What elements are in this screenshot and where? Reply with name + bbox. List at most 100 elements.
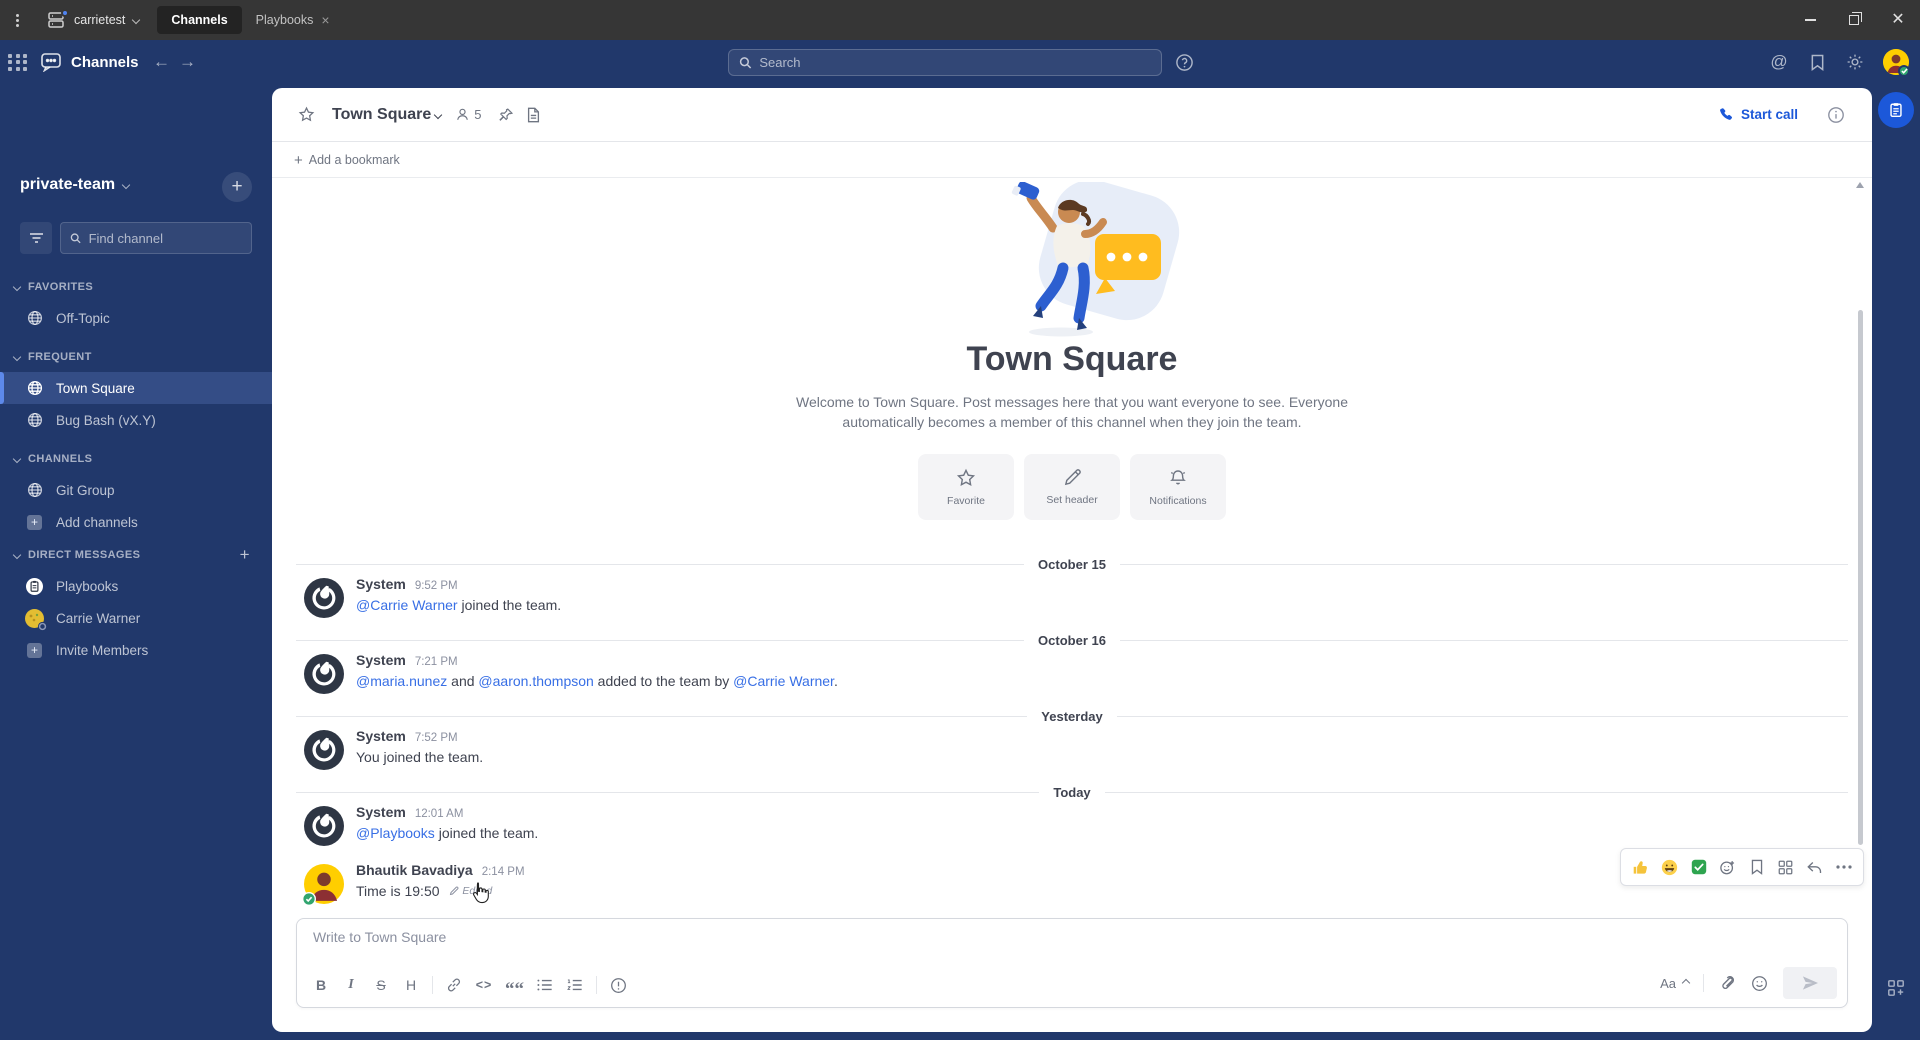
- message-author[interactable]: System: [356, 728, 406, 744]
- search-bar[interactable]: [728, 49, 1162, 76]
- restore-button[interactable]: [1832, 0, 1876, 40]
- tab-channels[interactable]: Channels: [157, 6, 242, 34]
- heading-icon[interactable]: H: [397, 971, 425, 999]
- channel-title[interactable]: Town Square: [332, 106, 431, 124]
- link-icon[interactable]: [440, 971, 468, 999]
- minimize-button[interactable]: [1788, 0, 1832, 40]
- channel-filter-icon[interactable]: [20, 222, 52, 254]
- section-favorites[interactable]: FAVORITES: [0, 276, 272, 298]
- team-name-menu[interactable]: private-team: [20, 176, 115, 194]
- history-back-icon[interactable]: ←: [149, 48, 175, 76]
- message-composer[interactable]: B I S H <> ““: [296, 918, 1848, 1008]
- more-actions-icon[interactable]: [1830, 853, 1857, 881]
- channel-files-icon[interactable]: [520, 101, 548, 129]
- app-menu-icon[interactable]: [0, 0, 34, 40]
- numbered-list-icon[interactable]: [561, 971, 589, 999]
- date-divider: October 16: [296, 630, 1849, 650]
- channel-info-icon[interactable]: [1822, 101, 1850, 129]
- tab-label: Channels: [171, 13, 228, 27]
- plus-box-icon: +: [26, 514, 43, 530]
- reply-icon[interactable]: [1801, 853, 1828, 881]
- settings-gear-icon[interactable]: [1837, 40, 1873, 84]
- add-direct-message-icon[interactable]: +: [240, 545, 250, 565]
- sidebar-item-add-channels[interactable]: + Add channels: [0, 506, 272, 538]
- code-icon[interactable]: <>: [470, 971, 498, 999]
- sidebar-item-off-topic[interactable]: Off-Topic: [0, 302, 272, 334]
- scrollbar[interactable]: [1858, 310, 1863, 845]
- product-switcher-icon[interactable]: [0, 40, 36, 84]
- section-frequent[interactable]: FREQUENT: [0, 346, 272, 368]
- app-marketplace-icon[interactable]: [1882, 974, 1910, 1002]
- message-time: 12:01 AM: [414, 808, 464, 820]
- channel-members-button[interactable]: 5: [455, 107, 482, 122]
- message-author[interactable]: System: [356, 804, 406, 820]
- mention-link[interactable]: @aaron.thompson: [478, 673, 593, 689]
- italic-icon[interactable]: I: [337, 971, 365, 999]
- bulleted-list-icon[interactable]: [531, 971, 559, 999]
- mention-link[interactable]: @Playbooks: [356, 825, 435, 841]
- mentions-icon[interactable]: @: [1761, 40, 1797, 84]
- sidebar-item-town-square[interactable]: Town Square: [0, 372, 272, 404]
- emoji-picker-icon[interactable]: [1745, 969, 1773, 997]
- close-tab-icon[interactable]: ×: [321, 12, 329, 28]
- add-reaction-icon[interactable]: [1714, 853, 1741, 881]
- find-channel-input[interactable]: [88, 230, 242, 246]
- send-message-button[interactable]: [1783, 967, 1837, 999]
- mention-link[interactable]: @maria.nunez: [356, 673, 447, 689]
- message-row[interactable]: System 9:52 PM @Carrie Warner joined the…: [304, 576, 1844, 626]
- help-icon[interactable]: [1166, 40, 1202, 84]
- favorite-star-icon[interactable]: [292, 101, 320, 129]
- message-priority-icon[interactable]: [604, 971, 632, 999]
- add-bookmark-button[interactable]: + Add a bookmark: [294, 152, 400, 169]
- favorite-action-button[interactable]: Favorite: [918, 454, 1014, 520]
- section-direct-messages[interactable]: DIRECT MESSAGES +: [0, 544, 272, 566]
- message-author[interactable]: Bhautik Bavadiya: [356, 862, 473, 878]
- add-channel-button[interactable]: +: [222, 172, 252, 202]
- saved-posts-icon[interactable]: [1799, 40, 1835, 84]
- bold-icon[interactable]: B: [307, 971, 335, 999]
- system-avatar: [304, 654, 344, 694]
- history-forward-icon[interactable]: →: [175, 48, 201, 76]
- set-header-action-button[interactable]: Set header: [1024, 454, 1120, 520]
- sidebar-item-invite-members[interactable]: + Invite Members: [0, 634, 272, 666]
- channels-product-icon: [40, 52, 62, 72]
- strikethrough-icon[interactable]: S: [367, 971, 395, 999]
- thumbsup-reaction-button[interactable]: [1627, 853, 1654, 881]
- message-row[interactable]: System 7:21 PM @maria.nunez and @aaron.t…: [304, 652, 1844, 702]
- notifications-action-button[interactable]: Notifications: [1130, 454, 1226, 520]
- sidebar-item-bug-bash[interactable]: Bug Bash (vX.Y): [0, 404, 272, 436]
- search-input[interactable]: [759, 55, 1151, 70]
- star-icon: [956, 468, 976, 486]
- sidebar-item-git-group[interactable]: Git Group: [0, 474, 272, 506]
- tab-playbooks[interactable]: Playbooks ×: [242, 6, 344, 34]
- close-button[interactable]: ✕: [1876, 0, 1920, 40]
- playbooks-app-icon[interactable]: [1878, 92, 1914, 128]
- quote-icon[interactable]: ““: [500, 971, 529, 999]
- pinned-posts-icon[interactable]: [492, 101, 520, 129]
- search-icon: [70, 232, 81, 243]
- message-row[interactable]: System 12:01 AM @Playbooks joined the te…: [304, 804, 1844, 854]
- server-switcher[interactable]: carrietest: [34, 0, 157, 40]
- smile-reaction-button[interactable]: [1656, 853, 1683, 881]
- user-avatar[interactable]: [302, 864, 344, 906]
- mention-link[interactable]: @Carrie Warner: [733, 673, 834, 689]
- sidebar-item-playbooks-bot[interactable]: Playbooks: [0, 570, 272, 602]
- hide-formatting-icon[interactable]: Aa: [1655, 969, 1694, 997]
- message-apps-icon[interactable]: [1772, 853, 1799, 881]
- check-reaction-button[interactable]: [1685, 853, 1712, 881]
- scroll-up-arrow[interactable]: [1856, 182, 1864, 188]
- message-row[interactable]: System 7:52 PM You joined the team.: [304, 728, 1844, 778]
- find-channel-box[interactable]: [60, 222, 252, 254]
- message-row-hovered[interactable]: Bhautik Bavadiya 2:14 PM Time is 19:50 E…: [302, 862, 1844, 912]
- message-author[interactable]: System: [356, 576, 406, 592]
- message-input[interactable]: [313, 929, 1513, 945]
- channel-intro-title: Town Square: [966, 340, 1178, 378]
- attach-file-icon[interactable]: [1713, 969, 1741, 997]
- mention-link[interactable]: @Carrie Warner: [356, 597, 458, 613]
- start-call-button[interactable]: Start call: [1709, 101, 1808, 128]
- message-author[interactable]: System: [356, 652, 406, 668]
- save-message-icon[interactable]: [1743, 853, 1770, 881]
- message-text: Time is 19:50 Edited: [356, 883, 493, 899]
- section-channels[interactable]: CHANNELS: [0, 448, 272, 470]
- sidebar-item-carrie-warner[interactable]: Carrie Warner: [0, 602, 272, 634]
